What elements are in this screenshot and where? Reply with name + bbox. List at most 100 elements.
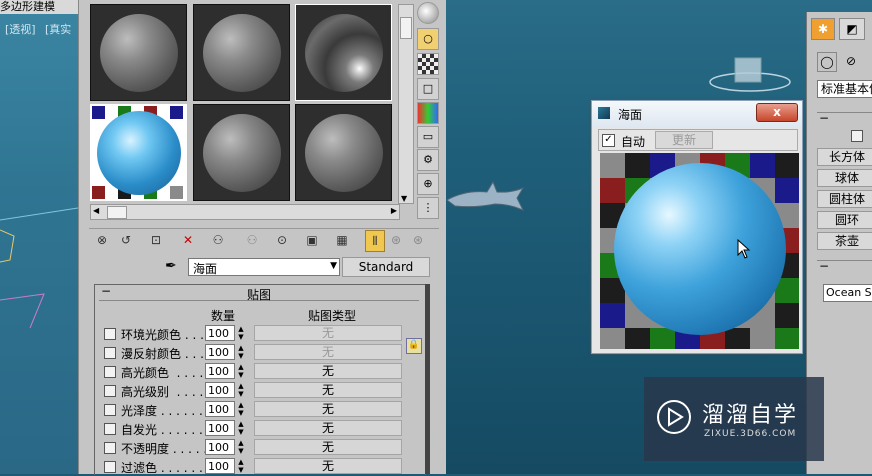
material-type-button[interactable]: Standard — [342, 257, 430, 277]
scrollbar-thumb[interactable] — [107, 206, 127, 219]
amount-spinner[interactable]: ▲ ▼ — [236, 363, 246, 379]
show-map-icon[interactable]: ▣ — [303, 230, 321, 250]
amount-spinner[interactable]: ▲ ▼ — [236, 439, 246, 455]
shark-object[interactable] — [445, 178, 525, 218]
scrollbar-thumb[interactable] — [400, 17, 412, 39]
torus-button[interactable]: 圆环 — [817, 211, 872, 229]
teapot-button[interactable]: 茶壶 — [817, 232, 872, 250]
make-unique-icon[interactable]: ⚇ — [209, 230, 227, 250]
collapse-icon[interactable]: − — [101, 284, 111, 298]
viewport-label[interactable]: [透视] — [5, 21, 36, 37]
go-to-sibling-icon[interactable]: ⊛ — [409, 230, 427, 250]
amount-spinner[interactable]: ▲ ▼ — [236, 401, 246, 417]
material-slot-6[interactable] — [295, 104, 392, 201]
material-name-field[interactable]: 海面 ▼ — [188, 258, 340, 276]
box-button[interactable]: 长方体 — [817, 148, 872, 166]
uv-tiling-icon[interactable]: □ — [417, 78, 439, 100]
ribbon-tab-label[interactable]: 多边形建模 — [0, 0, 82, 14]
geometry-icon[interactable]: ◯ — [817, 52, 837, 72]
object-type-rollout[interactable]: − — [817, 111, 872, 127]
put-to-library-icon[interactable]: ⚇ — [243, 230, 261, 250]
video-color-icon[interactable] — [417, 102, 439, 124]
viewport-shading-label[interactable]: [真实 — [45, 21, 71, 37]
sample-type-icon[interactable] — [417, 2, 439, 24]
map-enable-checkbox[interactable] — [104, 347, 116, 359]
left-viewport[interactable]: [透视] [真实 — [0, 0, 78, 474]
object-name-field[interactable]: Ocean Su — [823, 284, 872, 302]
scroll-left-icon[interactable]: ◀ — [93, 206, 99, 215]
auto-checkbox[interactable]: ✓ — [602, 134, 615, 147]
map-amount-field[interactable]: 100 — [205, 344, 235, 360]
object-type-dropdown[interactable]: 标准基本体 — [817, 80, 872, 98]
amount-spinner[interactable]: ▲ ▼ — [236, 458, 246, 474]
show-end-icon[interactable]: ▦ — [333, 230, 351, 250]
close-button[interactable]: x — [756, 103, 798, 122]
name-color-rollout[interactable]: − — [817, 259, 872, 275]
map-slot-button[interactable]: 无 — [254, 420, 402, 436]
options-icon[interactable]: ⚙ — [417, 149, 439, 171]
reset-icon[interactable]: ⊡ — [147, 230, 165, 250]
rollout-scrollbar[interactable] — [425, 284, 430, 474]
map-amount-field[interactable]: 100 — [205, 382, 235, 398]
material-slot-2[interactable] — [193, 4, 290, 101]
cylinder-button[interactable]: 圆柱体 — [817, 190, 872, 208]
map-amount-field[interactable]: 100 — [205, 458, 235, 474]
map-enable-checkbox[interactable] — [104, 404, 116, 416]
assign-material-icon[interactable]: ↺ — [117, 230, 135, 250]
go-forward-icon[interactable]: ⊛ — [387, 230, 405, 250]
map-amount-field[interactable]: 100 — [205, 401, 235, 417]
collapse-icon[interactable]: − — [819, 259, 829, 273]
map-enable-checkbox[interactable] — [104, 423, 116, 435]
map-enable-checkbox[interactable] — [104, 385, 116, 397]
material-slot-1[interactable] — [90, 4, 187, 101]
amount-spinner[interactable]: ▲ ▼ — [236, 344, 246, 360]
map-amount-field[interactable]: 100 — [205, 325, 235, 341]
chevron-down-icon[interactable]: ▼ — [330, 261, 337, 271]
material-slot-5[interactable] — [193, 104, 290, 201]
map-enable-checkbox[interactable] — [104, 442, 116, 454]
put-to-scene-icon[interactable]: ⊗ — [93, 230, 111, 250]
modify-tab-icon[interactable]: ◩ — [839, 18, 865, 40]
map-enable-checkbox[interactable] — [104, 366, 116, 378]
shapes-icon[interactable]: ⊘ — [841, 52, 861, 72]
gizmo-object[interactable] — [705, 52, 795, 97]
slots-horizontal-scrollbar[interactable]: ◀ ▶ — [90, 204, 400, 220]
map-enable-checkbox[interactable] — [104, 461, 116, 473]
maps-rollout-header[interactable]: − 贴图 — [99, 284, 419, 302]
map-slot-button[interactable]: 无 — [254, 363, 402, 379]
create-tab-icon[interactable]: ✱ — [811, 18, 835, 40]
checker-cell — [775, 303, 799, 328]
delete-icon[interactable]: ✕ — [179, 230, 197, 250]
eyedropper-icon[interactable]: ✒ — [165, 258, 177, 274]
amount-spinner[interactable]: ▲ ▼ — [236, 420, 246, 436]
map-slot-button[interactable]: 无 — [254, 439, 402, 455]
select-by-material-icon[interactable]: ⊕ — [417, 173, 439, 195]
background-icon[interactable] — [417, 53, 439, 75]
dialog-titlebar[interactable]: 海面 x — [592, 101, 802, 127]
map-slot-button[interactable]: 无 — [254, 382, 402, 398]
material-id-icon[interactable]: ⊙ — [273, 230, 291, 250]
material-slot-3[interactable] — [295, 4, 392, 101]
amount-spinner[interactable]: ▲ ▼ — [236, 325, 246, 341]
material-navigator-icon[interactable]: ⋮ — [417, 197, 439, 219]
map-amount-field[interactable]: 100 — [205, 420, 235, 436]
scroll-right-icon[interactable]: ▶ — [391, 206, 397, 215]
material-slot-4-active[interactable] — [90, 104, 187, 201]
slots-vertical-scrollbar[interactable]: ▼ — [398, 4, 414, 204]
collapse-icon[interactable]: − — [819, 111, 829, 125]
map-slot-button[interactable]: 无 — [254, 325, 402, 341]
go-to-parent-icon[interactable]: ⫴ — [365, 230, 385, 252]
map-enable-checkbox[interactable] — [104, 328, 116, 340]
amount-spinner[interactable]: ▲ ▼ — [236, 382, 246, 398]
update-button[interactable]: 更新 — [655, 131, 713, 149]
make-preview-icon[interactable]: ▭ — [417, 126, 439, 148]
autogrid-checkbox[interactable] — [851, 130, 863, 142]
map-slot-button[interactable]: 无 — [254, 401, 402, 417]
scroll-down-icon[interactable]: ▼ — [401, 194, 407, 203]
map-slot-button[interactable]: 无 — [254, 458, 402, 474]
map-slot-button[interactable]: 无 — [254, 344, 402, 360]
map-amount-field[interactable]: 100 — [205, 363, 235, 379]
backlight-icon[interactable]: ○ — [417, 28, 439, 50]
map-amount-field[interactable]: 100 — [205, 439, 235, 455]
sphere-button[interactable]: 球体 — [817, 169, 872, 187]
